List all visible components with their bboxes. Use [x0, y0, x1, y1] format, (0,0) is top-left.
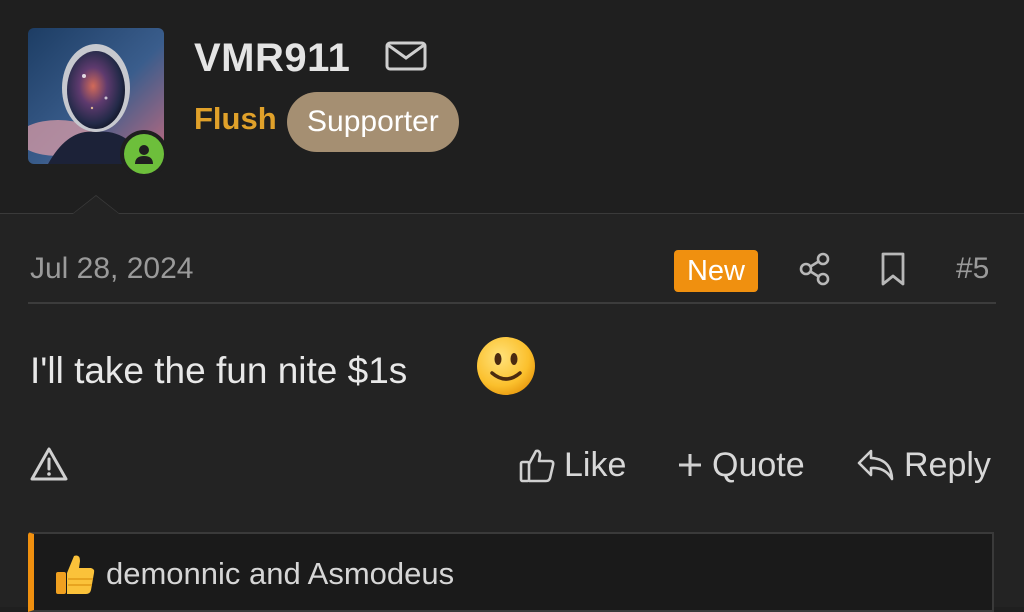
user-icon [135, 145, 153, 164]
post-date[interactable]: Jul 28, 2024 [30, 252, 193, 286]
user-title: Flush [194, 101, 277, 136]
divider [28, 302, 996, 304]
thumbs-up-icon [519, 449, 555, 483]
like-label: Like [564, 445, 627, 484]
reply-icon [857, 449, 894, 481]
like-button[interactable]: Like [518, 444, 626, 486]
envelope-icon[interactable] [384, 40, 428, 72]
post-author-block: VMR911 Flush Supporter [0, 0, 1024, 212]
new-badge: New [674, 250, 758, 292]
reply-button[interactable]: Reply [856, 444, 991, 486]
username[interactable]: VMR911 [194, 36, 350, 81]
reactions-bar[interactable]: demonnic and Asmodeus [28, 532, 994, 612]
bookmark-icon[interactable] [880, 252, 906, 286]
supporter-badge: Supporter [287, 92, 459, 152]
quote-label: Quote [712, 445, 805, 484]
quote-button[interactable]: Quote [676, 444, 805, 486]
online-status-badge [120, 130, 168, 178]
post-message: Jul 28, 2024 New #5 I'll take the fun ni… [0, 213, 1024, 612]
avatar[interactable] [28, 28, 168, 178]
post-text: I'll take the fun nite $1s [30, 350, 408, 391]
post-number[interactable]: #5 [956, 252, 989, 286]
reply-label: Reply [904, 445, 991, 484]
report-icon[interactable] [30, 446, 68, 482]
thumbs-up-emoji-icon [56, 555, 95, 594]
plus-icon [679, 454, 701, 476]
share-icon[interactable] [798, 252, 832, 286]
reaction-users[interactable]: demonnic and Asmodeus [106, 556, 454, 592]
slightly-smiling-face-icon [477, 337, 535, 395]
post-pointer-arrow [72, 195, 120, 214]
